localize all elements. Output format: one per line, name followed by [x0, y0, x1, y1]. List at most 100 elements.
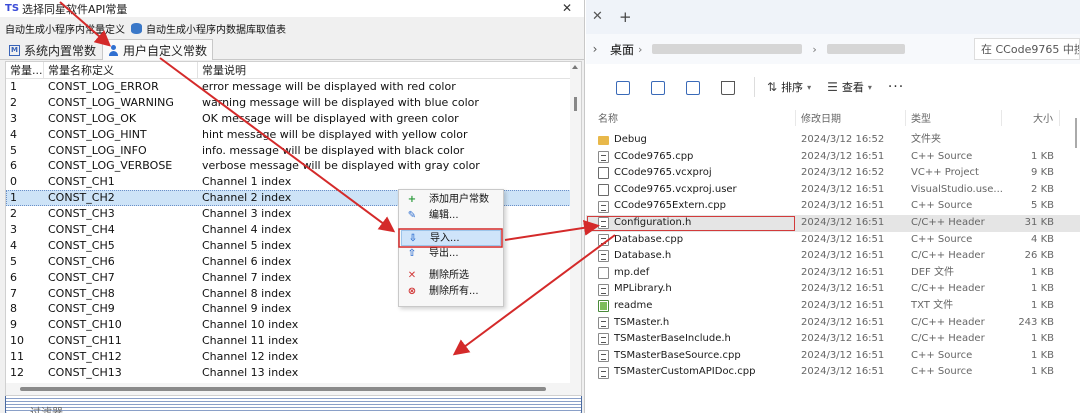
new-tab-icon[interactable]: + [619, 8, 632, 26]
column-header-size[interactable]: 大小 [1002, 110, 1060, 126]
delete-icon[interactable] [719, 79, 735, 95]
constant-name: CONST_CH6 [48, 254, 115, 268]
table-row[interactable]: 11 CONST_CH12 Channel 12 index [6, 349, 571, 365]
file-row[interactable]: TSMasterBaseInclude.h 2024/3/12 16:51 C/C+… [586, 331, 1080, 348]
file-name: TSMaster.h [614, 316, 670, 328]
table-row[interactable]: 5 CONST_LOG_INFO info. message will be dis… [6, 143, 571, 159]
file-list-scrollbar[interactable] [1072, 110, 1080, 410]
tab-system-constants[interactable]: M 系统内置常数 [3, 40, 102, 59]
table-row[interactable]: 2 CONST_LOG_WARNING warning message will b… [6, 95, 571, 111]
context-menu: + 添加用户常数 ✎ 编辑... ⇩ 导入... ⇧ 导出... ✕ 删除所选 ⊗ 删除所有... [398, 189, 504, 307]
file-date: 2024/3/12 16:51 [801, 266, 885, 278]
sort-button[interactable]: ⇅ 排序 ▾ [767, 79, 811, 95]
file-row[interactable]: CCode9765.cpp 2024/3/12 16:51 C++ Source 1 … [586, 149, 1080, 166]
column-header-description[interactable]: 常量说明 [198, 62, 571, 79]
menu-item-delete-all[interactable]: ⊗ 删除所有... [401, 284, 501, 300]
command-divider [754, 77, 755, 97]
paste-icon[interactable] [649, 79, 665, 95]
menu-item-plus[interactable]: + 添加用户常数 [401, 192, 501, 208]
file-name-cell: CCode9765.cpp [586, 149, 796, 166]
constant-description: Channel 4 index [202, 223, 292, 237]
view-button[interactable]: ☰ 查看 ▾ [827, 79, 872, 95]
file-h-icon [598, 316, 609, 329]
table-row[interactable]: 12 CONST_CH13 Channel 13 index [6, 365, 571, 381]
table-row[interactable]: 6 CONST_LOG_VERBOSE verbose message will b… [6, 158, 571, 174]
constant-description: OK message will be displayed with green … [202, 111, 459, 125]
file-name-cell: Database.h [586, 248, 796, 265]
file-h-icon [598, 250, 609, 263]
file-row[interactable]: CCode9765.vcxproj.user 2024/3/12 16:51 Vis… [586, 182, 1080, 199]
file-row[interactable]: TSMasterCustomAPIDoc.cpp 2024/3/12 16:51 C… [586, 364, 1080, 381]
column-header-name[interactable]: 名称 [586, 110, 796, 126]
table-row[interactable]: 3 CONST_LOG_OK OK message will be displaye… [6, 111, 571, 127]
constant-description: error message will be displayed with red… [202, 80, 456, 93]
delete-x-icon: ✕ [407, 270, 417, 281]
constant-value: 6 [10, 270, 17, 284]
generate-constants-button[interactable]: 自动生成小程序内常量定义 [5, 19, 582, 413]
file-row[interactable]: readme 2024/3/12 16:51 TXT 文件 1 KB [586, 298, 1080, 315]
menu-item-export[interactable]: ⇧ 导出... [401, 246, 501, 262]
column-header-date[interactable]: 修改日期 [796, 110, 906, 126]
file-name-cell: Configuration.h [586, 215, 796, 232]
file-row[interactable]: TSMasterBaseSource.cpp 2024/3/12 16:51 C++… [586, 348, 1080, 365]
tab-close-icon[interactable]: ✕ [592, 9, 603, 24]
table-row[interactable]: 9 CONST_CH10 Channel 10 index [6, 317, 571, 333]
file-row[interactable]: Database.h 2024/3/12 16:51 C/C++ Header 26 … [586, 248, 1080, 265]
chevron-down-icon: ▾ [867, 82, 872, 92]
column-header-type[interactable]: 类型 [906, 110, 1002, 126]
file-row[interactable]: CCode9765Extern.cpp 2024/3/12 16:51 C++ So… [586, 198, 1080, 215]
column-header-value[interactable]: 常量... [6, 62, 44, 79]
breadcrumb[interactable]: 桌面 › › [610, 36, 975, 62]
share-icon[interactable] [684, 79, 700, 95]
constant-description: Channel 3 index [202, 207, 292, 221]
file-row[interactable]: Debug 2024/3/12 16:52 文件夹 [586, 132, 1080, 149]
file-row[interactable]: CCode9765.vcxproj 2024/3/12 16:52 VC++ Pro… [586, 165, 1080, 182]
horizontal-scroll-thumb[interactable] [20, 387, 546, 391]
menu-item-delete-x[interactable]: ✕ 删除所选 [401, 268, 501, 284]
scroll-thumb[interactable] [1075, 118, 1077, 148]
file-row[interactable]: TSMaster.h 2024/3/12 16:51 C/C++ Header 243… [586, 315, 1080, 332]
file-name-cell: Debug [586, 132, 796, 149]
table-row[interactable]: 0 CONST_CH1 Channel 1 index [6, 174, 571, 190]
menu-item-pencil[interactable]: ✎ 编辑... [401, 208, 501, 224]
file-name-cell: TSMasterBaseSource.cpp [586, 348, 796, 365]
constant-description: verbose message will be displayed with g… [202, 159, 480, 173]
table-row[interactable]: 10 CONST_CH11 Channel 11 index [6, 333, 571, 349]
file-date: 2024/3/12 16:51 [801, 349, 885, 361]
database-icon [131, 22, 142, 34]
scroll-up-icon[interactable] [572, 65, 578, 69]
constant-value: 8 [10, 302, 17, 316]
file-size: 1 KB [1031, 349, 1054, 361]
file-row[interactable]: Configuration.h 2024/3/12 16:51 C/C++ Head… [586, 214, 1080, 232]
file-row[interactable]: MPLibrary.h 2024/3/12 16:51 C/C++ Header 1 … [586, 281, 1080, 298]
constant-value: 2 [10, 95, 17, 109]
constant-value: 9 [10, 318, 17, 332]
file-name: mp.def [614, 266, 650, 278]
table-row[interactable]: 4 CONST_LOG_HINT hint message will be disp… [6, 127, 571, 143]
file-date: 2024/3/12 16:51 [801, 333, 885, 345]
breadcrumb-desktop[interactable]: 桌面 [610, 41, 634, 58]
generate-database-table-button[interactable]: 自动生成小程序内数据库取值表 [131, 19, 286, 37]
copy-icon[interactable] [614, 79, 630, 95]
scroll-thumb[interactable] [574, 97, 577, 111]
file-row[interactable]: Database.cpp 2024/3/12 16:51 C++ Source 4 K… [586, 232, 1080, 249]
file-size: 1 KB [1031, 266, 1054, 278]
search-input[interactable]: 在 CCode9765 中搜索 [974, 38, 1080, 60]
vertical-scrollbar[interactable] [570, 62, 581, 384]
file-size: 1 KB [1031, 333, 1054, 345]
horizontal-scrollbar[interactable] [6, 383, 581, 395]
tab-user-constants[interactable]: 用户自定义常数 [102, 39, 214, 60]
table-row[interactable]: 1 CONST_LOG_ERROR error message will be di… [6, 79, 571, 95]
file-row[interactable]: mp.def 2024/3/12 16:51 DEF 文件 1 KB [586, 265, 1080, 282]
export-icon: ⇧ [407, 248, 417, 259]
column-header-name[interactable]: 常量名称定义 [44, 62, 198, 79]
view-label: 查看 [841, 81, 864, 94]
file-type: C/C++ Header [911, 333, 985, 345]
more-options-icon[interactable]: ··· [888, 79, 904, 95]
close-icon[interactable]: ✕ [549, 0, 584, 17]
file-date: 2024/3/12 16:51 [801, 200, 885, 212]
file-type: C++ Source [911, 233, 973, 245]
file-type: C++ Source [911, 366, 973, 378]
menu-item-import[interactable]: ⇩ 导入... [401, 230, 501, 246]
chevron-right-icon[interactable]: › [586, 42, 604, 56]
